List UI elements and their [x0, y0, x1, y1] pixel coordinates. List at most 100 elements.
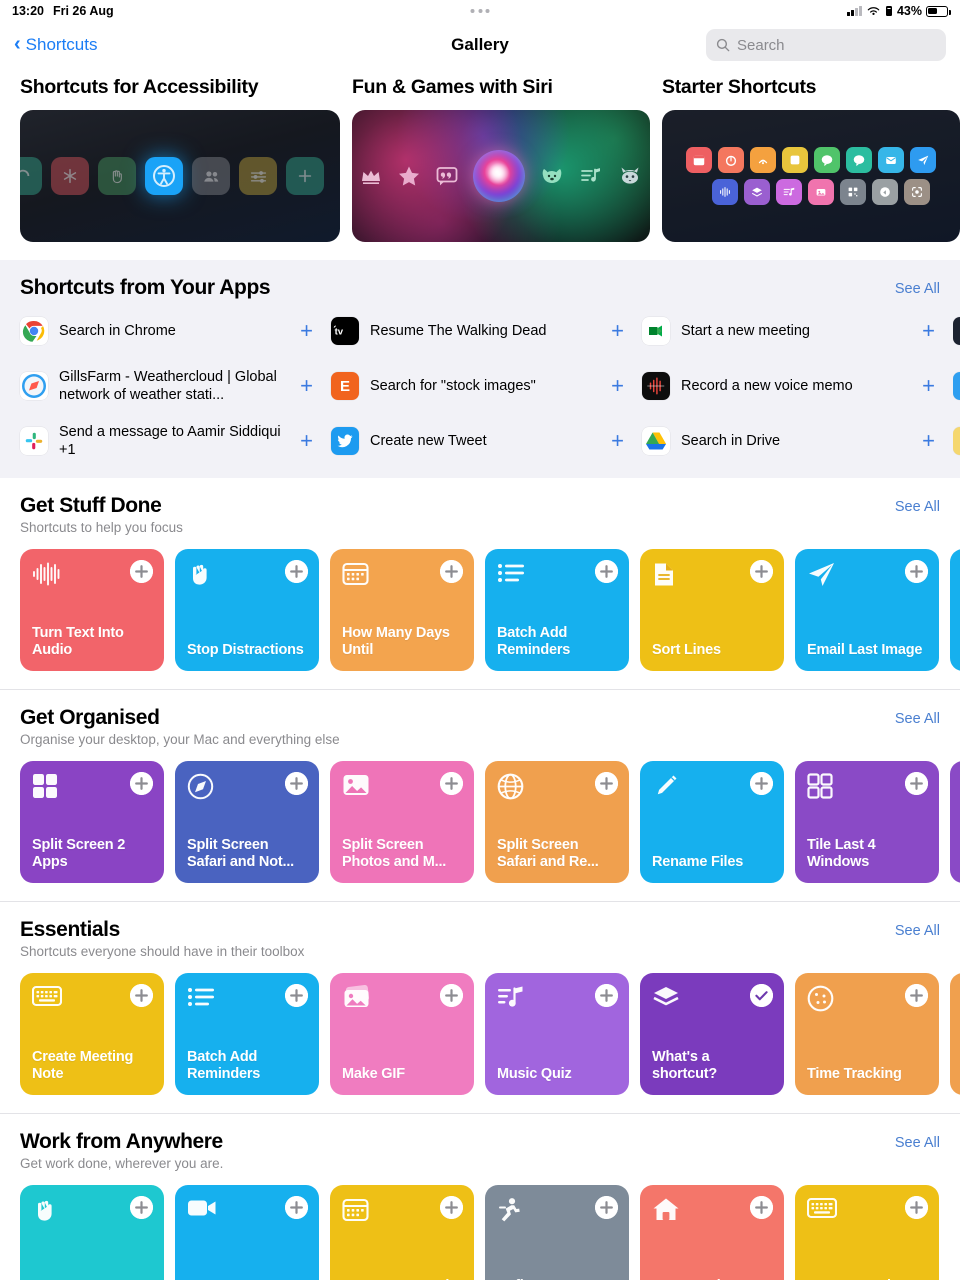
- app-shortcut-row[interactable]: Send a message to Aamir Siddiqui +1 +: [20, 422, 331, 460]
- add-shortcut-badge[interactable]: [285, 984, 308, 1007]
- banner-card-siri[interactable]: Fun & Games with Siri: [352, 76, 650, 242]
- shortcut-card[interactable]: [950, 973, 960, 1095]
- app-shortcut-row[interactable]: Record a new voice memo +: [642, 367, 953, 405]
- add-shortcut-badge[interactable]: [440, 560, 463, 583]
- add-shortcut-badge[interactable]: [285, 1196, 308, 1219]
- shortcut-card[interactable]: Time Tracking: [795, 973, 939, 1095]
- shortcut-card[interactable]: Batch Add Reminders: [175, 973, 319, 1095]
- app-shortcut-row[interactable]: Create new Tweet +: [331, 422, 642, 460]
- app-shortcut-row[interactable]: [953, 312, 960, 350]
- shortcut-card[interactable]: [950, 549, 960, 671]
- section-see-all-button[interactable]: See All: [895, 706, 940, 727]
- add-shortcut-badge[interactable]: [595, 560, 618, 583]
- app-shortcut-row[interactable]: tv Resume The Walking Dead +: [331, 312, 642, 350]
- shortcut-card-row[interactable]: Turn Text Into Audio Stop Distractions How…: [20, 549, 960, 689]
- shortcut-card-row[interactable]: Create Meeting Note Batch Add Reminders Ma…: [20, 973, 960, 1113]
- apps-see-all-button[interactable]: See All: [895, 276, 940, 297]
- shortcut-card[interactable]: [20, 1185, 164, 1280]
- multitasking-dots-icon[interactable]: [470, 9, 490, 13]
- shortcut-card[interactable]: Start My: [175, 1185, 319, 1280]
- shortcut-card[interactable]: Batch Add Reminders: [485, 549, 629, 671]
- add-shortcut-badge[interactable]: [130, 1196, 153, 1219]
- section-subtitle: Organise your desktop, your Mac and ever…: [20, 732, 340, 747]
- shortcut-card[interactable]: Sort Lines: [640, 549, 784, 671]
- add-shortcut-button[interactable]: +: [300, 320, 331, 342]
- add-shortcut-button[interactable]: +: [611, 430, 642, 452]
- banner-card-starter[interactable]: Starter Shortcuts: [662, 76, 960, 242]
- add-shortcut-button[interactable]: +: [611, 320, 642, 342]
- add-shortcut-button[interactable]: +: [922, 375, 953, 397]
- shortcut-card-row[interactable]: Start MyStart a PersonalReflect onHome a…: [20, 1185, 940, 1280]
- shortcut-card[interactable]: Split Screen Safari and Re...: [485, 761, 629, 883]
- shortcut-card[interactable]: Stop Distractions: [175, 549, 319, 671]
- shortcut-card[interactable]: [950, 761, 960, 883]
- added-check-badge[interactable]: [750, 984, 773, 1007]
- add-shortcut-button[interactable]: +: [300, 430, 331, 452]
- shortcut-card[interactable]: Rename Files: [640, 761, 784, 883]
- add-shortcut-button[interactable]: +: [300, 375, 331, 397]
- app-shortcut-row[interactable]: Search in Drive +: [642, 422, 953, 460]
- shortcut-card[interactable]: Email Last Image: [795, 549, 939, 671]
- app-shortcut-row[interactable]: Search in Chrome +: [20, 312, 331, 350]
- shortcut-card[interactable]: Split Screen 2 Apps: [20, 761, 164, 883]
- section-title-block: Work from Anywhere Get work done, whereve…: [20, 1130, 223, 1171]
- add-shortcut-badge[interactable]: [285, 560, 308, 583]
- shortcut-card[interactable]: Tile Last 4 Windows: [795, 761, 939, 883]
- add-shortcut-badge[interactable]: [905, 772, 928, 795]
- add-shortcut-badge[interactable]: [130, 772, 153, 795]
- app-shortcut-row[interactable]: E Search for "stock images" +: [331, 367, 642, 405]
- add-shortcut-badge[interactable]: [285, 772, 308, 795]
- add-shortcut-badge[interactable]: [905, 984, 928, 1007]
- shortcut-card[interactable]: Make GIF: [330, 973, 474, 1095]
- shortcut-card[interactable]: Create Meeting: [795, 1185, 939, 1280]
- shortcut-card-row[interactable]: Split Screen 2 Apps Split Screen Safari a…: [20, 761, 960, 901]
- add-shortcut-badge[interactable]: [595, 984, 618, 1007]
- music-list-tile-icon: [776, 179, 802, 205]
- featured-banner-row[interactable]: Shortcuts for Accessibility Fun & Games …: [0, 68, 960, 242]
- add-shortcut-badge[interactable]: [905, 1196, 928, 1219]
- shortcut-card[interactable]: Create Meeting Note: [20, 973, 164, 1095]
- app-shortcut-label: Search in Chrome: [59, 322, 176, 339]
- shortcut-card[interactable]: How Many Days Until: [330, 549, 474, 671]
- app-shortcut-row[interactable]: [953, 422, 960, 460]
- add-shortcut-badge[interactable]: [440, 772, 463, 795]
- shortcut-card[interactable]: Turn Text Into Audio: [20, 549, 164, 671]
- shortcut-card[interactable]: Home and: [640, 1185, 784, 1280]
- shortcut-card[interactable]: Reflect on: [485, 1185, 629, 1280]
- section-see-all-button[interactable]: See All: [895, 494, 940, 515]
- shortcut-card-label: Email Last Image: [807, 642, 923, 659]
- section-see-all-button[interactable]: See All: [895, 1130, 940, 1151]
- app-shortcut-row[interactable]: Start a new meeting +: [642, 312, 953, 350]
- add-shortcut-button[interactable]: +: [922, 430, 953, 452]
- siri-orb-icon: [473, 150, 525, 202]
- banner-card-accessibility[interactable]: Shortcuts for Accessibility: [20, 76, 340, 242]
- add-shortcut-badge[interactable]: [905, 560, 928, 583]
- app-shortcut-row[interactable]: [953, 367, 960, 405]
- apps-column-cut[interactable]: [953, 312, 960, 460]
- add-shortcut-badge[interactable]: [750, 560, 773, 583]
- apps-section-header: Shortcuts from Your Apps See All: [20, 276, 940, 300]
- gallery-scroll-area[interactable]: Shortcuts for Accessibility Fun & Games …: [0, 68, 960, 1280]
- shortcut-card[interactable]: What's a shortcut?: [640, 973, 784, 1095]
- add-shortcut-badge[interactable]: [440, 1196, 463, 1219]
- shortcut-card[interactable]: Split Screen Photos and M...: [330, 761, 474, 883]
- section-see-all-button[interactable]: See All: [895, 918, 940, 939]
- search-input[interactable]: Search: [706, 29, 946, 61]
- battery-icon: [926, 5, 951, 17]
- add-shortcut-badge[interactable]: [750, 772, 773, 795]
- add-shortcut-badge[interactable]: [440, 984, 463, 1007]
- add-shortcut-badge[interactable]: [595, 772, 618, 795]
- add-shortcut-badge[interactable]: [595, 1196, 618, 1219]
- shortcut-card[interactable]: Split Screen Safari and Not...: [175, 761, 319, 883]
- add-shortcut-badge[interactable]: [130, 560, 153, 583]
- add-shortcut-badge[interactable]: [130, 984, 153, 1007]
- apps-grid: Search in Chrome + GillsFarm - Weathercl…: [20, 312, 960, 460]
- shortcut-card[interactable]: Music Quiz: [485, 973, 629, 1095]
- add-shortcut-button[interactable]: +: [611, 375, 642, 397]
- app-shortcut-row[interactable]: GillsFarm - Weathercloud | Global networ…: [20, 367, 331, 405]
- add-shortcut-badge[interactable]: [750, 1196, 773, 1219]
- banner-artwork: [662, 110, 960, 242]
- shortcut-card[interactable]: Start a Personal: [330, 1185, 474, 1280]
- back-button[interactable]: ‹ Shortcuts: [14, 34, 97, 55]
- add-shortcut-button[interactable]: +: [922, 320, 953, 342]
